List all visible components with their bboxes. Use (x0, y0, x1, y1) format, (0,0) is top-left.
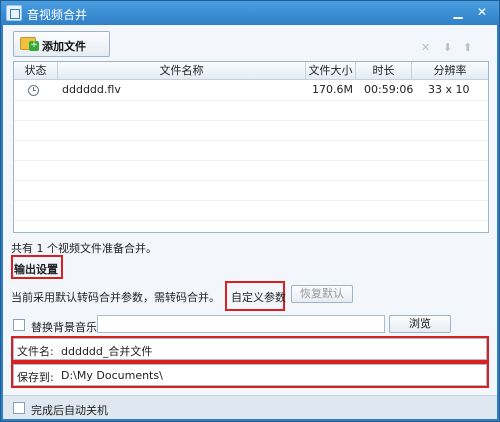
clock-icon (28, 85, 39, 96)
column-status[interactable]: 状态 (14, 62, 58, 80)
file-name-cell: dddddd.flv (62, 83, 121, 96)
row-divider (14, 180, 488, 181)
list-header: 状态 文件名称 文件大小 时长 分辨率 (14, 62, 488, 80)
resolution-cell: 33 x 10 (428, 83, 470, 96)
filename-value[interactable]: dddddd_合并文件 (61, 343, 152, 359)
bg-music-input[interactable] (97, 315, 385, 333)
row-divider (14, 200, 488, 201)
title-bar[interactable]: 音视频合并 ▁ ✕ (1, 1, 499, 25)
window-title: 音视频合并 (27, 8, 88, 22)
shutdown-label: 完成后自动关机 (31, 404, 108, 417)
output-section-title: 输出设置 (14, 263, 58, 276)
row-divider (14, 140, 488, 141)
footer-bar: 完成后自动关机 (3, 395, 497, 419)
column-duration[interactable]: 时长 (356, 62, 412, 80)
delete-icon[interactable]: ✕ (421, 41, 430, 54)
app-icon (6, 5, 22, 21)
row-divider (14, 220, 488, 221)
param-text: 当前采用默认转码合并参数，需转码合并。 (11, 291, 220, 304)
file-size-cell: 170.6M (312, 83, 353, 96)
saveto-label: 保存到: (17, 371, 54, 384)
custom-params-link[interactable]: 自定义参数 (231, 289, 286, 305)
bg-music-label: 替换背景音乐 (31, 321, 97, 334)
move-down-icon[interactable]: ⬇ (443, 41, 452, 54)
column-size[interactable]: 文件大小 (306, 62, 356, 80)
row-divider (14, 160, 488, 161)
merge-window: 音视频合并 ▁ ✕ 添加文件 ✕ ⬇ ⬆ 状态 文件名称 文件大小 时长 分辨率… (0, 0, 500, 422)
summary-text: 共有 1 个视频文件准备合并。 (11, 242, 157, 255)
file-list[interactable]: 状态 文件名称 文件大小 时长 分辨率 dddddd.flv 170.6M 00… (13, 61, 489, 233)
add-file-button[interactable]: 添加文件 (13, 31, 110, 57)
close-button[interactable]: ✕ (473, 4, 491, 20)
saveto-value[interactable]: D:\My Documents\ (61, 369, 163, 382)
filename-label: 文件名: (17, 345, 54, 358)
duration-cell: 00:59:06 (364, 83, 414, 96)
bg-music-checkbox[interactable] (13, 319, 25, 331)
add-folder-icon (20, 37, 39, 51)
row-divider (14, 100, 488, 101)
add-file-label: 添加文件 (42, 40, 86, 53)
shutdown-checkbox[interactable] (13, 402, 25, 414)
column-name[interactable]: 文件名称 (58, 62, 306, 80)
minimize-button[interactable]: ▁ (449, 4, 467, 20)
move-up-icon[interactable]: ⬆ (463, 41, 472, 54)
browse-button[interactable]: 浏览 (389, 315, 451, 333)
column-resolution[interactable]: 分辨率 (412, 62, 488, 80)
row-divider (14, 120, 488, 121)
restore-default-button[interactable]: 恢复默认 (291, 285, 353, 303)
main-panel: 添加文件 ✕ ⬇ ⬆ 状态 文件名称 文件大小 时长 分辨率 dddddd.fl… (3, 25, 497, 419)
